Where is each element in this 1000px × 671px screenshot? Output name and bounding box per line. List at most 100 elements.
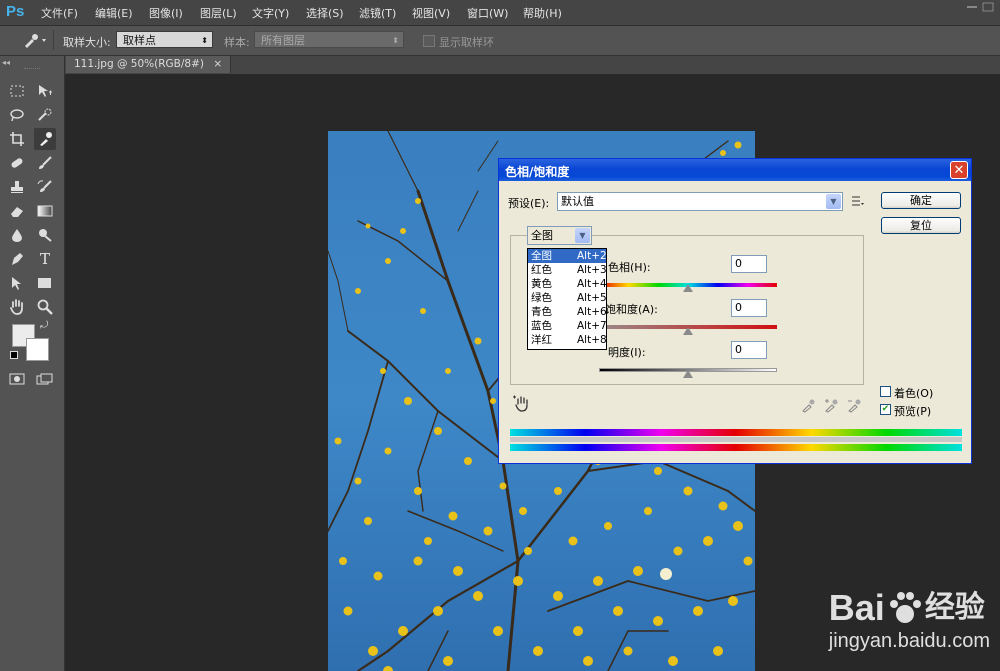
option-shortcut: Alt+6	[577, 306, 607, 318]
move-tool-icon[interactable]	[34, 80, 56, 102]
menu-filter[interactable]: 滤镜(T)	[359, 5, 396, 21]
gradient-tool-icon[interactable]	[34, 200, 56, 222]
chevron-down-icon: ▼	[826, 194, 841, 209]
updown-arrow-icon: ⬍	[392, 36, 399, 45]
preview-checkbox[interactable]: ✔	[880, 404, 891, 415]
eraser-tool-icon[interactable]	[6, 200, 28, 222]
sample-label: 样本:	[224, 36, 250, 49]
document-title: 111.jpg @ 50%(RGB/8#)	[74, 58, 204, 70]
channel-option-magentas[interactable]: 洋红 Alt+8	[528, 333, 607, 347]
dodge-tool-icon[interactable]	[34, 224, 56, 246]
option-label: 绿色	[531, 292, 552, 304]
lightness-slider-thumb[interactable]	[683, 370, 693, 378]
hue-slider-thumb[interactable]	[683, 284, 693, 292]
sample-size-label: 取样大小:	[63, 36, 111, 49]
swap-colors-icon[interactable]: ⤾	[40, 320, 48, 331]
crop-tool-icon[interactable]	[6, 128, 28, 150]
option-shortcut: Alt+5	[577, 292, 607, 304]
dialog-title-bar[interactable]: 色相/饱和度 ✕	[499, 159, 971, 181]
quick-mask-icon[interactable]	[6, 368, 28, 390]
channel-option-cyans[interactable]: 青色 Alt+6	[528, 305, 607, 319]
rectangle-tool-icon[interactable]	[34, 272, 56, 294]
quick-selection-tool-icon[interactable]	[34, 104, 56, 126]
hue-label: 色相(H):	[608, 261, 651, 274]
color-range-bar-bottom	[510, 444, 962, 451]
lightness-input[interactable]: 0	[731, 341, 767, 359]
option-label: 洋红	[531, 334, 552, 346]
sample-size-select[interactable]: 取样点 ⬍	[116, 31, 213, 48]
menu-select[interactable]: 选择(S)	[306, 5, 344, 21]
chevron-down-icon: ▼	[575, 228, 590, 243]
channel-option-master[interactable]: 全图 Alt+2	[528, 249, 607, 263]
menu-file[interactable]: 文件(F)	[41, 5, 78, 21]
dialog-close-button[interactable]: ✕	[950, 161, 968, 179]
menu-bar: Ps 文件(F) 编辑(E) 图像(I) 图层(L) 文字(Y) 选择(S) 滤…	[0, 0, 1000, 26]
tools-panel: ◂◂ T ⤾	[0, 56, 65, 671]
history-brush-tool-icon[interactable]	[34, 176, 56, 198]
eyedropper-icon[interactable]	[801, 397, 817, 413]
channel-select[interactable]: 全图 ▼	[527, 226, 592, 245]
option-label: 全图	[531, 250, 552, 262]
screen-mode-icon[interactable]	[34, 368, 56, 390]
menu-help[interactable]: 帮助(H)	[523, 5, 562, 21]
option-label: 青色	[531, 306, 552, 318]
options-bar: 取样大小: 取样点 ⬍ 样本: 所有图层 ⬍ 显示取样环	[0, 26, 1000, 56]
background-color-swatch[interactable]	[26, 338, 49, 361]
document-tab[interactable]: 111.jpg @ 50%(RGB/8#) ×	[66, 56, 232, 73]
menu-window[interactable]: 窗口(W)	[467, 5, 508, 21]
channel-option-greens[interactable]: 绿色 Alt+5	[528, 291, 607, 305]
marquee-tool-icon[interactable]	[6, 80, 28, 102]
type-tool-icon[interactable]: T	[34, 248, 56, 270]
channel-option-blues[interactable]: 蓝色 Alt+7	[528, 319, 607, 333]
channel-option-yellows[interactable]: 黄色 Alt+4	[528, 277, 607, 291]
close-tab-icon[interactable]: ×	[213, 58, 222, 70]
hand-tool-icon[interactable]	[6, 296, 28, 318]
hue-input[interactable]: 0	[731, 255, 767, 273]
option-shortcut: Alt+3	[577, 264, 607, 276]
color-range-bar-top	[510, 429, 962, 436]
panel-grip[interactable]	[24, 68, 40, 71]
ok-button[interactable]: 确定	[881, 192, 961, 209]
color-range-slider[interactable]	[510, 437, 962, 442]
show-ring-checkbox[interactable]	[423, 35, 435, 47]
pen-tool-icon[interactable]	[6, 248, 28, 270]
menu-view[interactable]: 视图(V)	[412, 5, 450, 21]
lightness-label: 明度(I):	[608, 346, 646, 359]
brush-tool-icon[interactable]	[34, 152, 56, 174]
option-label: 红色	[531, 264, 552, 276]
preset-select[interactable]: 默认值 ▼	[557, 192, 843, 211]
path-selection-tool-icon[interactable]	[6, 272, 28, 294]
menu-edit[interactable]: 编辑(E)	[95, 5, 133, 21]
targeted-adjustment-hand-icon[interactable]	[513, 395, 531, 413]
spot-healing-tool-icon[interactable]	[6, 152, 28, 174]
menu-image[interactable]: 图像(I)	[149, 5, 183, 21]
clone-stamp-tool-icon[interactable]	[6, 176, 28, 198]
reset-button[interactable]: 复位	[881, 217, 961, 234]
watermark-brand: Bai	[828, 587, 885, 628]
eyedropper-subtract-icon[interactable]	[847, 397, 863, 413]
preset-options-icon[interactable]	[851, 195, 865, 207]
menu-type[interactable]: 文字(Y)	[252, 5, 289, 21]
saturation-input[interactable]: 0	[731, 299, 767, 317]
preset-label: 预设(E):	[508, 197, 550, 210]
eyedropper-preset-icon[interactable]	[22, 32, 48, 48]
divider	[53, 30, 54, 50]
eyedropper-add-icon[interactable]	[824, 397, 840, 413]
blur-tool-icon[interactable]	[6, 224, 28, 246]
watermark-brand-suffix: 经验	[924, 591, 985, 624]
collapse-arrows-icon[interactable]: ◂◂	[2, 58, 10, 67]
show-ring-label: 显示取样环	[439, 36, 494, 49]
eyedropper-tool-icon[interactable]	[34, 128, 56, 150]
sample-select[interactable]: 所有图层 ⬍	[254, 31, 404, 48]
window-controls-icon[interactable]	[965, 2, 997, 14]
option-shortcut: Alt+7	[577, 320, 607, 332]
menu-layer[interactable]: 图层(L)	[200, 5, 237, 21]
colorize-checkbox[interactable]	[880, 386, 891, 397]
zoom-tool-icon[interactable]	[34, 296, 56, 318]
lasso-tool-icon[interactable]	[6, 104, 28, 126]
baidu-paw-icon	[889, 592, 921, 623]
saturation-slider-thumb[interactable]	[683, 327, 693, 335]
colorize-label: 着色(O)	[894, 387, 934, 400]
channel-option-reds[interactable]: 红色 Alt+3	[528, 263, 607, 277]
default-colors-icon[interactable]	[10, 351, 18, 359]
